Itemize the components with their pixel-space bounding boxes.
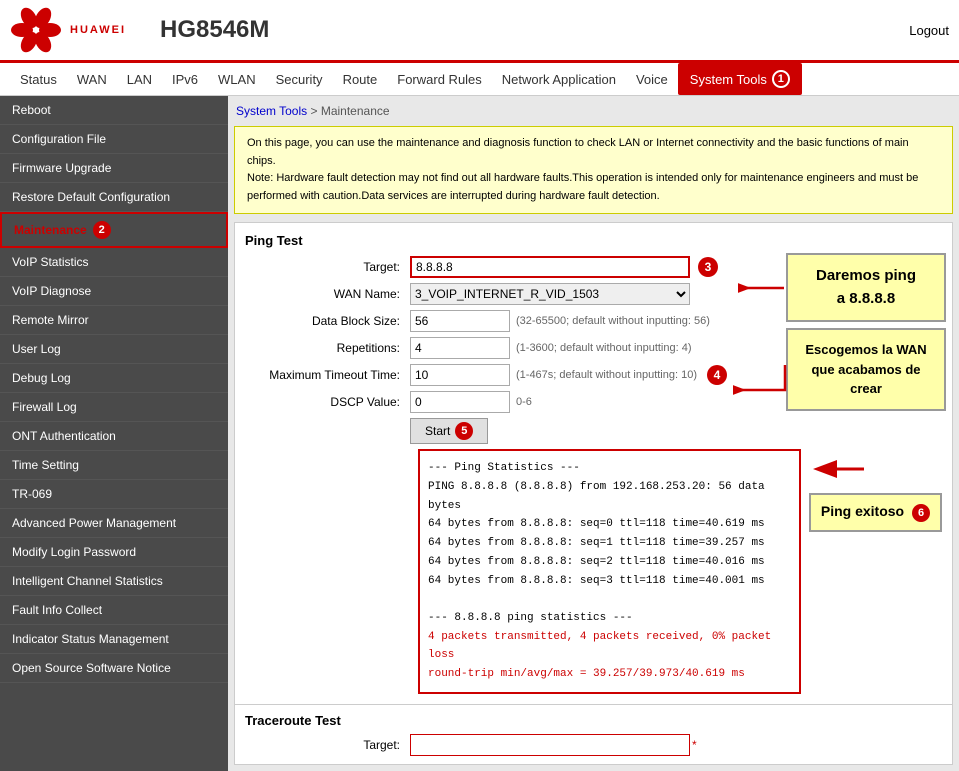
nav-item-forward[interactable]: Forward Rules	[387, 65, 492, 94]
sidebar-item-oss-notice[interactable]: Open Source Software Notice	[0, 654, 228, 683]
nav-item-system-tools[interactable]: System Tools 1	[678, 63, 802, 95]
traceroute-target-row: Target: *	[245, 734, 942, 756]
header: HUAWEI HG8546M Logout	[0, 0, 959, 63]
arrow-to-target-icon	[738, 278, 786, 298]
nav-bar: Status WAN LAN IPv6 WLAN Security Route …	[0, 63, 959, 96]
ping-result-box: --- Ping Statistics --- PING 8.8.8.8 (8.…	[418, 449, 801, 693]
required-mark: *	[692, 738, 697, 752]
start-button[interactable]: Start 5	[410, 418, 488, 444]
ping-success-callout: Ping exitoso 6	[809, 493, 942, 532]
callout-wan-select: Escogemos la WAN que acabamos de crear	[786, 328, 946, 411]
ping-result-area: --- Ping Statistics --- PING 8.8.8.8 (8.…	[245, 449, 942, 693]
sidebar-item-time[interactable]: Time Setting	[0, 451, 228, 480]
breadcrumb: System Tools > Maintenance	[234, 102, 953, 120]
timeout-hint: (1-467s; default without inputting: 10)	[516, 369, 697, 381]
sidebar-item-channel-stats[interactable]: Intelligent Channel Statistics	[0, 567, 228, 596]
badge-1: 1	[772, 70, 790, 88]
breadcrumb-parent[interactable]: System Tools	[236, 104, 307, 118]
callout-ping-target: Daremos ping a 8.8.8.8	[786, 253, 946, 322]
traceroute-target-label: Target:	[245, 738, 410, 752]
brand-name: HUAWEI	[70, 25, 126, 36]
block-input[interactable]	[410, 310, 510, 332]
content-area: System Tools > Maintenance On this page,…	[228, 96, 959, 771]
start-row: Start 5	[245, 418, 942, 444]
sidebar-item-fault-info[interactable]: Fault Info Collect	[0, 596, 228, 625]
nav-item-ipv6[interactable]: IPv6	[162, 65, 208, 94]
dscp-hint: 0-6	[516, 396, 532, 408]
sidebar-item-tr069[interactable]: TR-069	[0, 480, 228, 509]
model-name: HG8546M	[160, 16, 899, 44]
arrow-to-wan-icon	[733, 360, 788, 400]
sidebar-item-firewall-log[interactable]: Firewall Log	[0, 393, 228, 422]
traceroute-title: Traceroute Test	[245, 713, 942, 728]
timeout-input[interactable]	[410, 364, 510, 386]
sidebar-item-ont-auth[interactable]: ONT Authentication	[0, 422, 228, 451]
sidebar-item-apm[interactable]: Advanced Power Management	[0, 509, 228, 538]
sidebar-item-indicator[interactable]: Indicator Status Management	[0, 625, 228, 654]
dscp-label: DSCP Value:	[245, 395, 410, 409]
sidebar-item-voip-diag[interactable]: VoIP Diagnose	[0, 277, 228, 306]
ping-line3: 64 bytes from 8.8.8.8: seq=0 ttl=118 tim…	[428, 515, 791, 534]
nav-item-route[interactable]: Route	[333, 65, 388, 94]
wan-select[interactable]: 3_VOIP_INTERNET_R_VID_1503	[410, 283, 690, 305]
nav-item-network[interactable]: Network Application	[492, 65, 626, 94]
ping-line2: PING 8.8.8.8 (8.8.8.8) from 192.168.253.…	[428, 478, 791, 515]
sidebar-item-firmware[interactable]: Firmware Upgrade	[0, 154, 228, 183]
badge-3: 3	[698, 257, 718, 277]
ping-line10: round-trip min/avg/max = 39.257/39.973/4…	[428, 665, 791, 684]
sidebar-item-config-file[interactable]: Configuration File	[0, 125, 228, 154]
info-box: On this page, you can use the maintenanc…	[234, 126, 953, 214]
sidebar: Reboot Configuration File Firmware Upgra…	[0, 96, 228, 771]
nav-item-wlan[interactable]: WLAN	[208, 65, 266, 94]
badge-6: 6	[912, 504, 930, 522]
huawei-logo-icon	[10, 4, 62, 56]
badge-4: 4	[707, 365, 727, 385]
breadcrumb-current: Maintenance	[321, 104, 390, 118]
nav-item-wan[interactable]: WAN	[67, 65, 117, 94]
sidebar-item-reboot[interactable]: Reboot	[0, 96, 228, 125]
ping-line6: 64 bytes from 8.8.8.8: seq=3 ttl=118 tim…	[428, 572, 791, 591]
block-label: Data Block Size:	[245, 314, 410, 328]
ping-line5: 64 bytes from 8.8.8.8: seq=2 ttl=118 tim…	[428, 553, 791, 572]
ping-test-title: Ping Test	[245, 233, 942, 248]
sidebar-item-remote-mirror[interactable]: Remote Mirror	[0, 306, 228, 335]
sidebar-item-debug-log[interactable]: Debug Log	[0, 364, 228, 393]
ping-line8: --- 8.8.8.8 ping statistics ---	[428, 609, 791, 628]
dscp-input[interactable]	[410, 391, 510, 413]
wan-label: WAN Name:	[245, 287, 410, 301]
ping-line9: 4 packets transmitted, 4 packets receive…	[428, 628, 791, 665]
nav-item-security[interactable]: Security	[266, 65, 333, 94]
nav-item-status[interactable]: Status	[10, 65, 67, 94]
rep-label: Repetitions:	[245, 341, 410, 355]
sidebar-item-voip-stats[interactable]: VoIP Statistics	[0, 248, 228, 277]
ping-line7	[428, 590, 791, 609]
block-hint: (32-65500; default without inputting: 56…	[516, 315, 710, 327]
rep-hint: (1-3600; default without inputting: 4)	[516, 342, 692, 354]
info-note-text: Note: Hardware fault detection may not f…	[247, 170, 940, 205]
sidebar-item-user-log[interactable]: User Log	[0, 335, 228, 364]
badge-5: 5	[455, 422, 473, 440]
traceroute-section: Traceroute Test Target: *	[234, 705, 953, 765]
rep-input[interactable]	[410, 337, 510, 359]
red-arrow-6-icon	[809, 449, 869, 489]
timeout-label: Maximum Timeout Time:	[245, 368, 410, 382]
logout-button[interactable]: Logout	[909, 23, 949, 38]
badge-2: 2	[93, 221, 111, 239]
ping-line4: 64 bytes from 8.8.8.8: seq=1 ttl=118 tim…	[428, 534, 791, 553]
target-label: Target:	[245, 260, 410, 274]
nav-item-voice[interactable]: Voice	[626, 65, 678, 94]
info-main-text: On this page, you can use the maintenanc…	[247, 135, 940, 170]
target-input[interactable]	[410, 256, 690, 278]
ping-line1: --- Ping Statistics ---	[428, 459, 791, 478]
nav-item-lan[interactable]: LAN	[117, 65, 162, 94]
sidebar-item-maintenance[interactable]: Maintenance 2	[0, 212, 228, 248]
sidebar-item-login-pwd[interactable]: Modify Login Password	[0, 538, 228, 567]
logo-area: HUAWEI	[10, 4, 150, 56]
traceroute-target-input[interactable]	[410, 734, 690, 756]
ping-test-section: Ping Test Target: 3 WAN Name: 3_VOIP_INT…	[234, 222, 953, 704]
sidebar-item-restore[interactable]: Restore Default Configuration	[0, 183, 228, 212]
